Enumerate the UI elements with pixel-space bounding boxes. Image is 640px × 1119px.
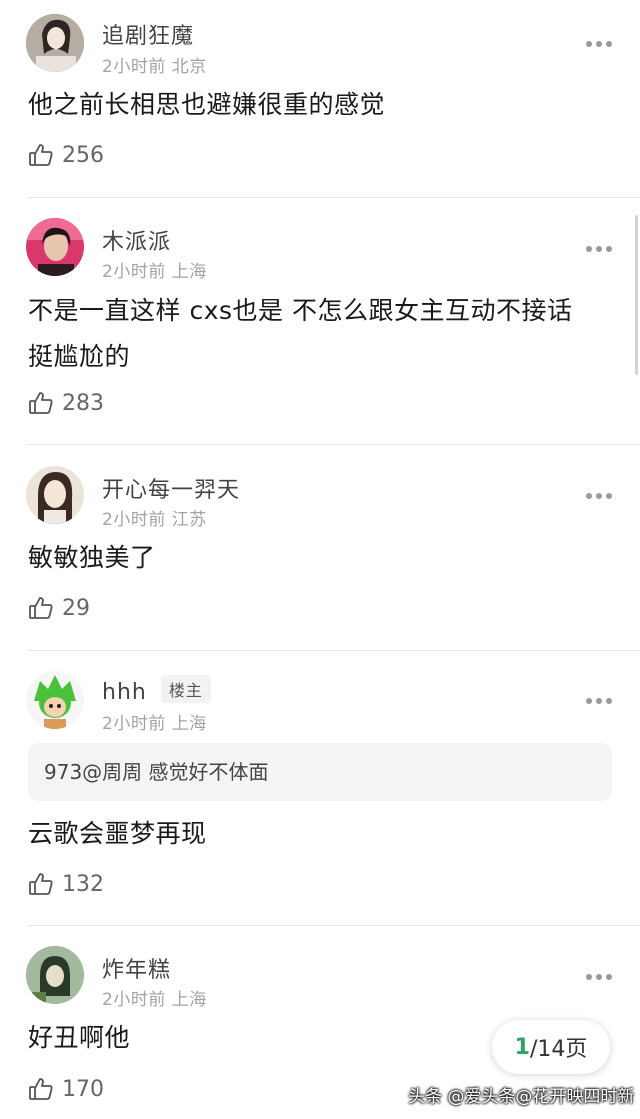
like-count: 170 <box>62 1076 104 1102</box>
like-count: 283 <box>62 390 104 416</box>
comment-meta: 2小时前 上海 <box>102 257 207 282</box>
like-button[interactable]: 29 <box>28 595 90 621</box>
current-page: 1 <box>514 1034 530 1060</box>
thumbs-up-icon <box>29 1078 53 1100</box>
like-button[interactable]: 256 <box>28 142 104 168</box>
like-count: 29 <box>62 595 90 621</box>
comment-location: 北京 <box>171 57 207 77</box>
comment-meta: 2小时前 上海 <box>102 985 207 1010</box>
more-options-icon[interactable] <box>586 41 612 47</box>
username[interactable]: 追剧狂魔 <box>102 18 194 50</box>
page-indicator[interactable]: 1 /14页 <box>492 1020 610 1074</box>
comment-feed: 追剧狂魔 2小时前 北京 他之前长相思也避嫌很重的感觉 256 木派派 2小时前… <box>0 0 640 1119</box>
comment-location: 上海 <box>171 714 207 734</box>
like-button[interactable]: 283 <box>28 390 104 416</box>
more-options-icon[interactable] <box>586 246 612 252</box>
thumbs-up-icon <box>29 144 53 166</box>
comment-location: 上海 <box>171 990 207 1010</box>
comment-text: 他之前长相思也避嫌很重的感觉 <box>28 90 386 119</box>
username[interactable]: 木派派 <box>102 224 171 256</box>
username[interactable]: 开心每一羿天 <box>102 472 240 504</box>
username[interactable]: hhh 楼主 <box>102 675 211 705</box>
more-options-icon[interactable] <box>586 974 612 980</box>
comment-time: 2小时前 <box>102 510 166 530</box>
comment-text: 敏敏独美了 <box>28 543 156 572</box>
like-button[interactable]: 132 <box>28 871 104 897</box>
comment-text: 不是一直这样 cxs也是 不怎么跟女主互动不接话 挺尴尬的 <box>28 296 573 371</box>
avatar[interactable] <box>26 14 84 72</box>
comment-time: 2小时前 <box>102 990 166 1010</box>
scrollbar[interactable] <box>635 215 638 375</box>
username[interactable]: 炸年糕 <box>102 952 171 984</box>
avatar[interactable] <box>26 671 84 729</box>
comment-item: 追剧狂魔 2小时前 北京 他之前长相思也避嫌很重的感觉 256 <box>0 0 640 197</box>
like-count: 132 <box>62 871 104 897</box>
comment-text: 云歌会噩梦再现 <box>28 819 207 848</box>
thumbs-up-icon <box>29 873 53 895</box>
thumbs-up-icon <box>29 392 53 414</box>
comment-meta: 2小时前 上海 <box>102 709 207 734</box>
username-text: hhh <box>102 680 147 705</box>
comment-item: hhh 楼主 2小时前 上海 973@周周 感觉好不体面 云歌会噩梦再现 132 <box>0 651 640 925</box>
comment-location: 上海 <box>171 262 207 282</box>
avatar[interactable] <box>26 466 84 524</box>
avatar[interactable] <box>26 218 84 276</box>
more-options-icon[interactable] <box>586 698 612 704</box>
avatar[interactable] <box>26 946 84 1004</box>
like-button[interactable]: 170 <box>28 1076 104 1102</box>
comment-item: 开心每一羿天 2小时前 江苏 敏敏独美了 29 <box>0 445 640 650</box>
total-pages: /14页 <box>529 1037 588 1062</box>
comment-time: 2小时前 <box>102 262 166 282</box>
like-count: 256 <box>62 142 104 168</box>
quoted-reply[interactable]: 973@周周 感觉好不体面 <box>28 743 612 801</box>
comment-meta: 2小时前 江苏 <box>102 505 207 530</box>
owner-badge: 楼主 <box>160 675 211 703</box>
comment-location: 江苏 <box>171 510 207 530</box>
comment-time: 2小时前 <box>102 714 166 734</box>
more-options-icon[interactable] <box>586 493 612 499</box>
thumbs-up-icon <box>29 597 53 619</box>
comment-meta: 2小时前 北京 <box>102 52 207 77</box>
comment-item: 木派派 2小时前 上海 不是一直这样 cxs也是 不怎么跟女主互动不接话 挺尴尬… <box>0 198 640 444</box>
comment-time: 2小时前 <box>102 57 166 77</box>
watermark: 头条 @爱头条@花开映四时新 <box>408 1087 635 1107</box>
